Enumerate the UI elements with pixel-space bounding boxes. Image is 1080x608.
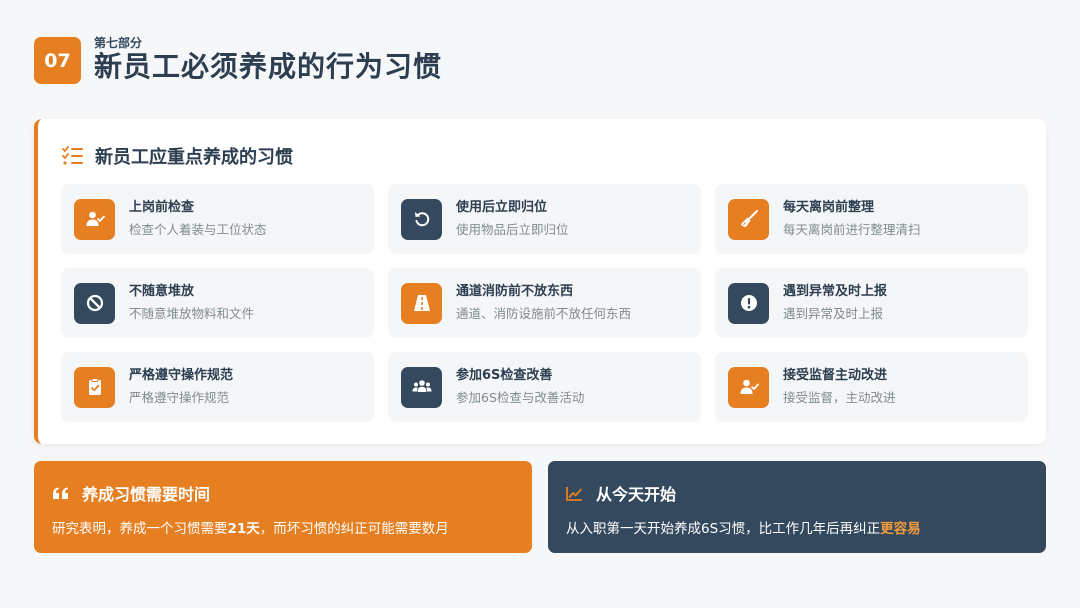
ban-icon xyxy=(74,282,115,324)
start-today-card: 从今天开始 从入职第一天开始养成6S习惯，比工作几年后再纠正更容易 xyxy=(548,461,1046,553)
habit-time-title: 养成习惯需要时间 xyxy=(82,485,211,504)
user-check-icon xyxy=(728,366,769,408)
page-title: 新员工必须养成的行为习惯 xyxy=(94,50,443,83)
habit-item: 严格遵守操作规范 严格遵守操作规范 xyxy=(61,352,374,422)
habit-item: 遇到异常及时上报 遇到异常及时上报 xyxy=(715,268,1028,338)
habit-desc: 接受监督，主动改进 xyxy=(783,390,896,405)
quote-icon xyxy=(53,487,68,499)
section-number-badge: 07 xyxy=(34,37,81,84)
habit-item: 接受监督主动改进 接受监督，主动改进 xyxy=(715,352,1028,422)
habit-time-text: 研究表明，养成一个习惯需要21天，而坏习惯的纠正可能需要数月 xyxy=(52,521,449,537)
card-header: 新员工应重点养成的习惯 xyxy=(62,143,293,169)
habit-title: 不随意堆放 xyxy=(129,284,195,299)
road-icon xyxy=(401,282,442,324)
habit-title: 遇到异常及时上报 xyxy=(783,284,888,299)
habit-title: 使用后立即归位 xyxy=(456,200,548,215)
section-label: 第七部分 xyxy=(94,36,143,50)
start-today-title: 从今天开始 xyxy=(596,485,677,504)
habit-item: 每天离岗前整理 每天离岗前进行整理清扫 xyxy=(715,184,1028,254)
exclamation-icon xyxy=(728,282,769,324)
habit-desc: 不随意堆放物料和文件 xyxy=(129,306,255,321)
clipboard-check-icon xyxy=(74,366,115,408)
habit-desc: 每天离岗前进行整理清扫 xyxy=(783,222,921,237)
habit-item: 参加6S检查改善 参加6S检查与改善活动 xyxy=(388,352,701,422)
users-icon xyxy=(401,366,442,408)
list-check-icon xyxy=(62,146,83,165)
habit-title: 接受监督主动改进 xyxy=(783,368,888,383)
habit-item: 上岗前检查 检查个人着装与工位状态 xyxy=(61,184,374,254)
user-check-icon xyxy=(74,198,115,240)
habit-desc: 遇到异常及时上报 xyxy=(783,306,884,321)
highlight-easier: 更容易 xyxy=(880,521,921,537)
title-group: 第七部分 新员工必须养成的行为习惯 xyxy=(94,37,442,84)
chart-line-icon xyxy=(566,486,582,501)
habit-desc: 严格遵守操作规范 xyxy=(129,390,230,405)
habit-title: 每天离岗前整理 xyxy=(783,200,875,215)
habits-grid: 上岗前检查 检查个人着装与工位状态 使用后立即归位 使用物品后立即归位 每天离岗… xyxy=(61,184,1028,422)
start-today-text: 从入职第一天开始养成6S习惯，比工作几年后再纠正更容易 xyxy=(566,521,921,537)
habit-desc: 检查个人着装与工位状态 xyxy=(129,222,267,237)
habit-desc: 参加6S检查与改善活动 xyxy=(456,390,585,405)
habit-desc: 使用物品后立即归位 xyxy=(456,222,569,237)
habits-card: 新员工应重点养成的习惯 上岗前检查 检查个人着装与工位状态 使用后立即归位 使用… xyxy=(34,119,1046,444)
habit-desc: 通道、消防设施前不放任何东西 xyxy=(456,306,632,321)
habit-time-card: 养成习惯需要时间 研究表明，养成一个习惯需要21天，而坏习惯的纠正可能需要数月 xyxy=(34,461,532,553)
habit-item: 通道消防前不放东西 通道、消防设施前不放任何东西 xyxy=(388,268,701,338)
broom-icon xyxy=(728,198,769,240)
habit-title: 通道消防前不放东西 xyxy=(456,284,574,299)
habit-title: 上岗前检查 xyxy=(129,200,195,215)
habit-title: 严格遵守操作规范 xyxy=(129,368,234,383)
highlight-days: 21天 xyxy=(227,521,260,537)
card-title: 新员工应重点养成的习惯 xyxy=(95,147,293,168)
habit-item: 不随意堆放 不随意堆放物料和文件 xyxy=(61,268,374,338)
undo-icon xyxy=(401,198,442,240)
habit-item: 使用后立即归位 使用物品后立即归位 xyxy=(388,184,701,254)
habit-title: 参加6S检查改善 xyxy=(456,368,553,383)
page-header: 07 第七部分 新员工必须养成的行为习惯 xyxy=(34,37,442,84)
